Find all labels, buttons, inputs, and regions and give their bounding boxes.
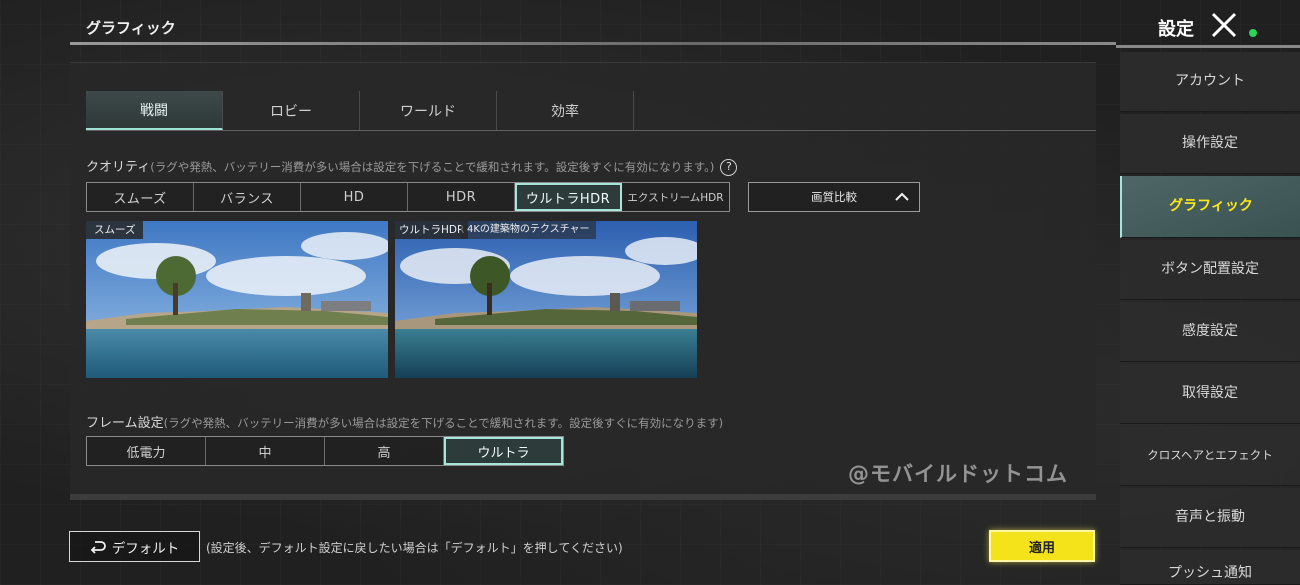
tab-efficiency[interactable]: 効率 xyxy=(497,91,634,130)
close-icon[interactable] xyxy=(1209,10,1239,40)
quality-option-extreme-hdr[interactable]: エクストリームHDR xyxy=(622,183,729,211)
header-divider-right xyxy=(1116,45,1300,48)
help-icon[interactable]: ? xyxy=(720,159,738,176)
tab-bar: 戦闘 ロビー ワールド 効率 xyxy=(86,91,1096,131)
sidebar-item-push-notification[interactable]: プッシュ通知 xyxy=(1120,550,1300,585)
sidebar-item-crosshair-effects[interactable]: クロスヘアとエフェクト xyxy=(1120,426,1300,486)
quality-option-balance[interactable]: バランス xyxy=(194,183,301,211)
quality-option-smooth[interactable]: スムーズ xyxy=(87,183,194,211)
sidebar-item-button-layout[interactable]: ボタン配置設定 xyxy=(1120,240,1300,300)
sidebar-item-audio-vibration[interactable]: 音声と振動 xyxy=(1120,488,1300,548)
chevron-up-icon xyxy=(895,192,909,201)
quality-compare-dropdown[interactable]: 画質比較 xyxy=(748,182,920,212)
preview-image-smooth: スムーズ xyxy=(86,221,388,378)
watermark: @モバイルドットコム xyxy=(848,462,1068,486)
undo-icon xyxy=(90,540,106,554)
graphics-settings-panel: 戦闘 ロビー ワールド 効率 クオリティ(ラグや発熱、バッテリー消費が多い場合は… xyxy=(70,62,1096,498)
default-button[interactable]: デフォルト xyxy=(69,531,200,562)
tab-world[interactable]: ワールド xyxy=(360,91,497,130)
quality-section-label: クオリティ(ラグや発熱、バッテリー消費が多い場合は設定を下げることで緩和されます… xyxy=(86,156,738,176)
quality-option-ultra-hdr[interactable]: ウルトラHDR xyxy=(515,183,622,211)
frame-label: フレーム設定 xyxy=(86,416,164,431)
page-title: グラフィック xyxy=(86,19,176,37)
preview-tag-ultra-hdr: ウルトラHDR xyxy=(395,221,469,239)
sidebar-item-pickup[interactable]: 取得設定 xyxy=(1120,364,1300,424)
frame-section-label: フレーム設定(ラグや発熱、バッテリー消費が多い場合は設定を下げることで緩和されま… xyxy=(86,412,723,431)
frame-selector: 低電力 中 高 ウルトラ xyxy=(86,436,564,466)
sidebar-item-graphics[interactable]: グラフィック xyxy=(1120,176,1300,238)
frame-option-medium[interactable]: 中 xyxy=(206,437,325,465)
quality-selector: スムーズ バランス HD HDR ウルトラHDR エクストリームHDR xyxy=(86,182,730,212)
sidebar-item-sensitivity[interactable]: 感度設定 xyxy=(1120,302,1300,362)
header-divider xyxy=(70,42,1116,45)
frame-option-low-power[interactable]: 低電力 xyxy=(87,437,206,465)
tab-battle[interactable]: 戦闘 xyxy=(86,91,223,130)
quality-option-hd[interactable]: HD xyxy=(301,183,408,211)
frame-option-ultra[interactable]: ウルトラ xyxy=(444,437,563,465)
quality-option-hdr[interactable]: HDR xyxy=(408,183,515,211)
sidebar-item-controls[interactable]: 操作設定 xyxy=(1120,114,1300,174)
quality-compare-label: 画質比較 xyxy=(811,190,857,204)
preview-note: 4Kの建築物のテクスチャー xyxy=(461,221,596,239)
panel-bottom-bar xyxy=(70,494,1096,500)
online-status-dot xyxy=(1249,29,1257,37)
settings-title: 設定 xyxy=(1158,19,1194,40)
apply-button[interactable]: 適用 xyxy=(989,530,1095,562)
frame-hint: (ラグや発熱、バッテリー消費が多い場合は設定を下げることで緩和されます。設定後す… xyxy=(163,416,724,430)
preview-tag-smooth: スムーズ xyxy=(86,221,144,239)
landscape-image xyxy=(86,221,388,378)
sidebar-item-account[interactable]: アカウント xyxy=(1120,52,1300,112)
frame-option-high[interactable]: 高 xyxy=(325,437,444,465)
landscape-image-hdr xyxy=(395,221,697,378)
tab-lobby[interactable]: ロビー xyxy=(223,91,360,130)
settings-sidebar: アカウント 操作設定 グラフィック ボタン配置設定 感度設定 取得設定 クロスヘ… xyxy=(1120,52,1300,585)
default-button-label: デフォルト xyxy=(111,540,180,557)
default-hint: (設定後、デフォルト設定に戻したい場合は「デフォルト」を押してください) xyxy=(206,541,623,555)
quality-label: クオリティ xyxy=(86,160,151,175)
preview-image-ultra-hdr: ウルトラHDR 4Kの建築物のテクスチャー xyxy=(395,221,697,378)
quality-hint: (ラグや発熱、バッテリー消費が多い場合は設定を下げることで緩和されます。設定後す… xyxy=(150,160,715,174)
